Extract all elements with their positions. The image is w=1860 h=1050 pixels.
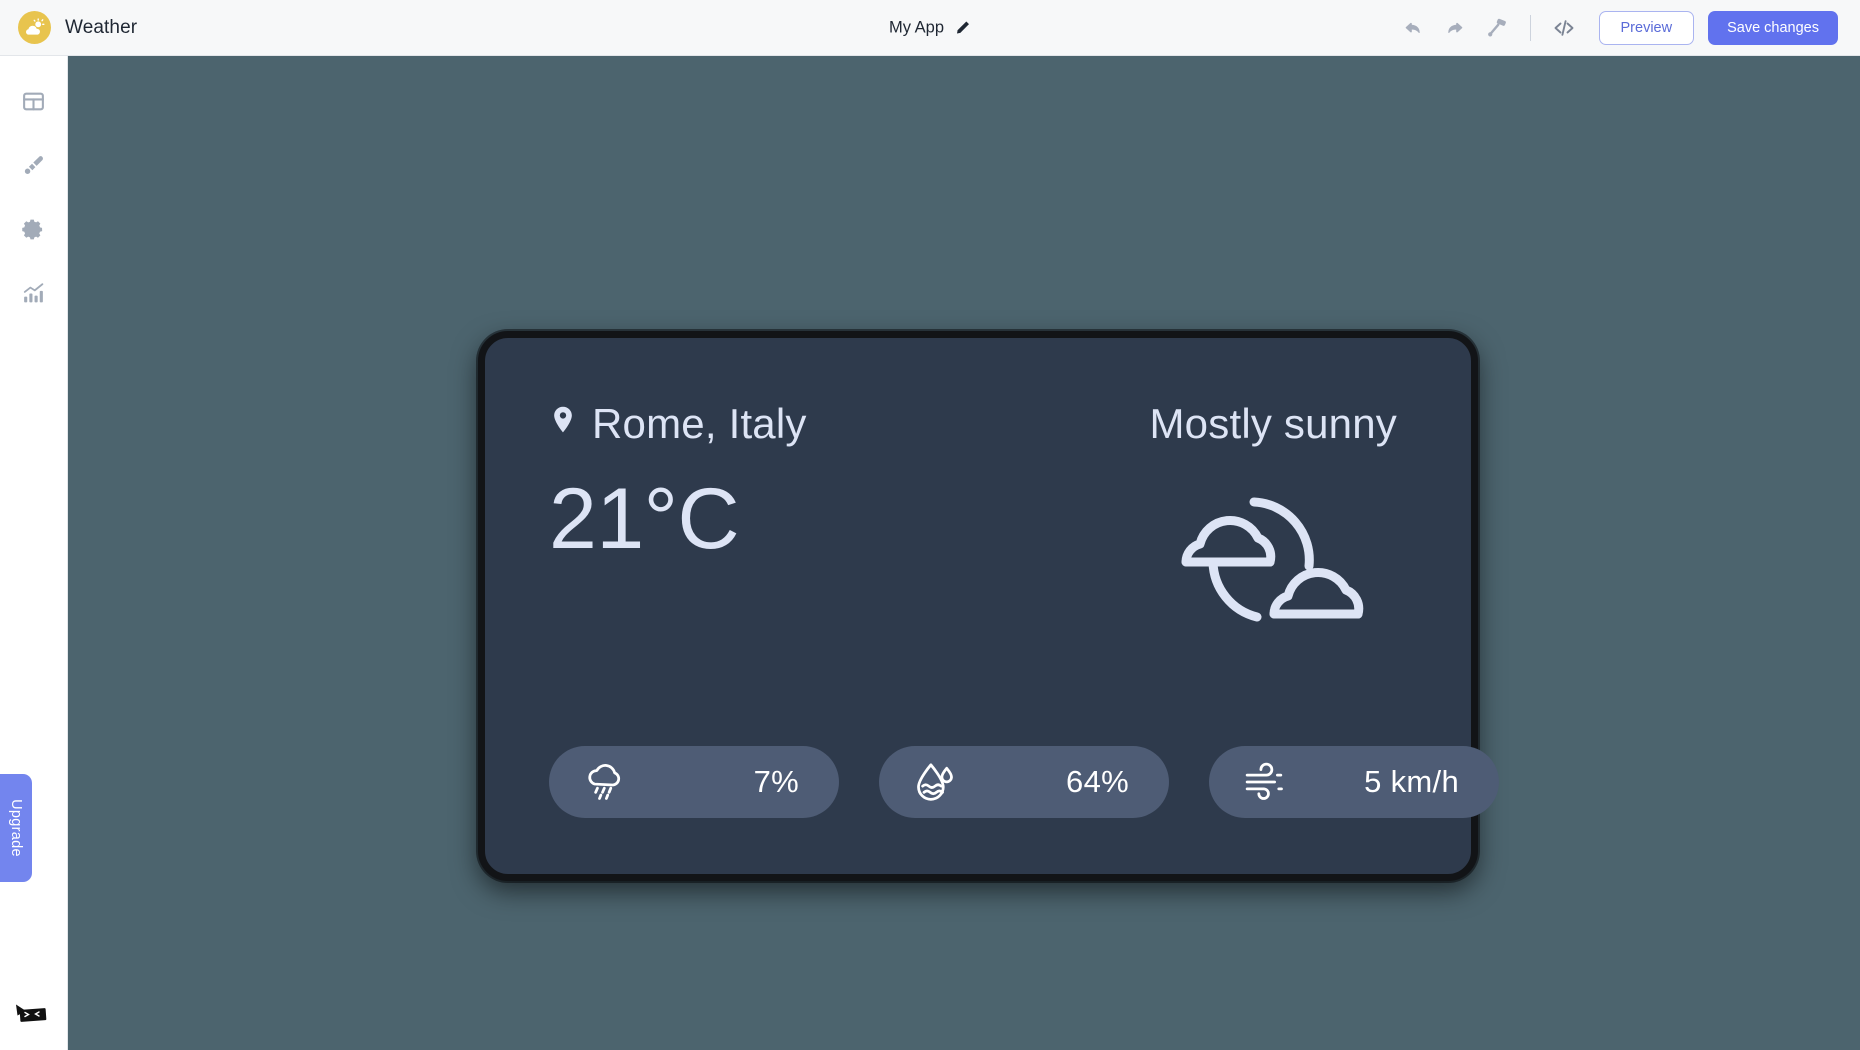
- toolbar-actions: Preview Save changes: [1392, 8, 1838, 48]
- sidebar-item-analytics[interactable]: [11, 270, 57, 316]
- sun-cloud-logo-icon: [18, 11, 51, 44]
- chat-bot-face-icon[interactable]: [14, 1003, 50, 1027]
- sidebar: Upgrade: [0, 56, 68, 1050]
- preview-canvas: Rome, Italy 21°C Mostly sunny 7% 64% 5 k…: [68, 56, 1860, 1050]
- weather-stats-row: 7% 64% 5 km/h: [549, 746, 1499, 818]
- stat-wind[interactable]: 5 km/h: [1209, 746, 1499, 818]
- condition-text: Mostly sunny: [1149, 400, 1397, 447]
- weather-card-wrapper: Rome, Italy 21°C Mostly sunny 7% 64% 5 k…: [478, 331, 1499, 881]
- preview-button[interactable]: Preview: [1598, 10, 1695, 45]
- code-brackets-icon[interactable]: [1543, 8, 1585, 48]
- brand-name: Weather: [65, 16, 138, 38]
- page-title: My App: [888, 18, 945, 36]
- upgrade-label: Upgrade: [8, 799, 25, 857]
- wind-icon: [1243, 760, 1287, 804]
- humidity-droplet-icon: [913, 760, 957, 804]
- weather-card: Rome, Italy 21°C Mostly sunny 7% 64% 5 k…: [478, 331, 1499, 881]
- weather-primary-info: Rome, Italy 21°C: [549, 400, 807, 562]
- sidebar-item-layout[interactable]: [11, 78, 57, 124]
- sidebar-item-settings[interactable]: [11, 206, 57, 252]
- top-bar: Weather My App Preview Save changes: [0, 0, 1860, 56]
- toolbar-divider: [1529, 14, 1531, 41]
- rain-cloud-icon: [583, 760, 627, 804]
- location-name: Rome, Italy: [592, 400, 807, 447]
- undo-arrow-icon[interactable]: [1392, 8, 1434, 48]
- stat-precipitation-value: 7%: [753, 764, 799, 799]
- app-title-group: My App: [889, 18, 971, 37]
- map-pin-icon: [549, 405, 577, 444]
- sun-behind-clouds-icon: [1166, 474, 1381, 639]
- stat-humidity-value: 64%: [1066, 764, 1129, 799]
- pencil-icon[interactable]: [955, 20, 971, 36]
- stat-humidity[interactable]: 64%: [879, 746, 1169, 818]
- redo-arrow-icon[interactable]: [1434, 8, 1476, 48]
- stat-wind-value: 5 km/h: [1364, 764, 1459, 799]
- location-row: Rome, Italy: [549, 400, 807, 448]
- stat-precipitation[interactable]: 7%: [549, 746, 839, 818]
- temperature-value: 21°C: [549, 471, 740, 567]
- sidebar-item-theme[interactable]: [11, 142, 57, 188]
- weather-condition-info: Mostly sunny: [1150, 400, 1408, 639]
- paint-roller-icon[interactable]: [1476, 8, 1518, 48]
- weather-card-top: Rome, Italy 21°C Mostly sunny: [549, 400, 1407, 639]
- body: Upgrade Rome, Italy 21°C Mostly sunny 7%…: [0, 56, 1860, 1050]
- brand: Weather: [18, 11, 137, 44]
- app-root: Weather My App Preview Save changes Upgr…: [0, 0, 1860, 1050]
- upgrade-button[interactable]: Upgrade: [0, 774, 32, 882]
- save-changes-button[interactable]: Save changes: [1708, 10, 1838, 45]
